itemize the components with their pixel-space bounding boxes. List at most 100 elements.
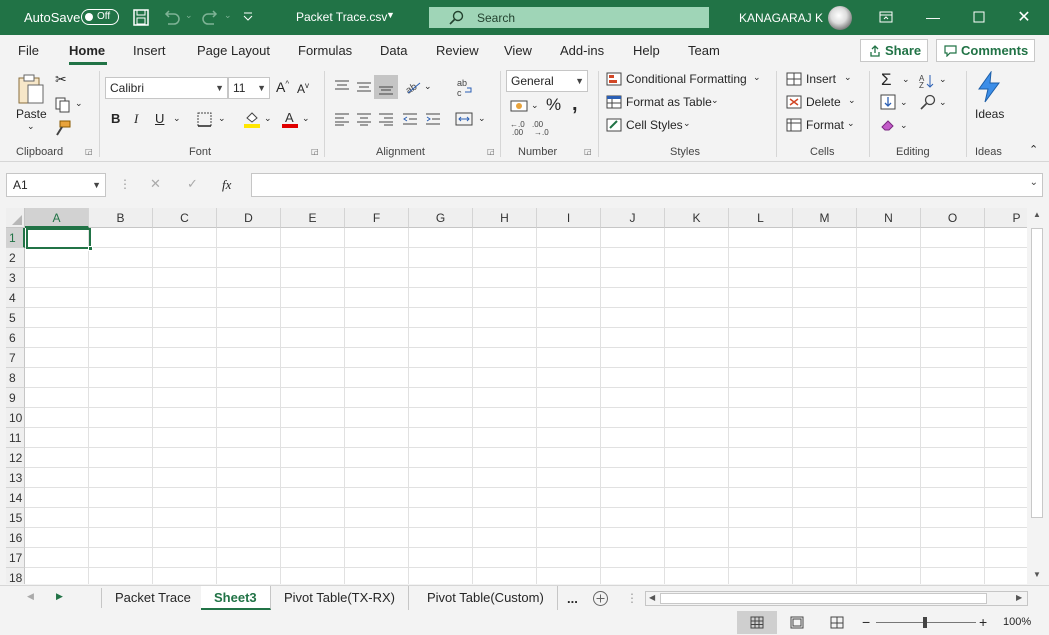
accounting-dropdown-icon[interactable]: ⌄ xyxy=(531,100,539,111)
copy-icon[interactable] xyxy=(55,97,71,113)
enter-icon[interactable]: ✓ xyxy=(187,176,198,192)
horizontal-scroll-thumb[interactable] xyxy=(660,593,987,604)
fill-icon[interactable] xyxy=(880,94,896,110)
fill-handle[interactable] xyxy=(88,246,93,251)
row-header[interactable]: 14 xyxy=(6,488,25,508)
cell-area[interactable] xyxy=(25,228,1027,584)
ideas-icon[interactable] xyxy=(976,71,1002,103)
conditional-formatting-button[interactable]: Conditional Formatting ⌄ xyxy=(606,71,766,89)
alignment-launcher-icon[interactable]: ◲ xyxy=(487,147,495,156)
font-name-select[interactable]: Calibri ▼ xyxy=(105,77,228,99)
next-sheet-icon[interactable]: ▶ xyxy=(56,591,63,602)
row-header[interactable]: 15 xyxy=(6,508,25,528)
zoom-out-button[interactable]: − xyxy=(862,614,870,630)
scroll-right-icon[interactable]: ▶ xyxy=(1016,593,1022,602)
cell-styles-button[interactable]: Cell Styles ⌄ xyxy=(606,117,696,135)
column-header[interactable]: P xyxy=(985,208,1027,228)
row-header[interactable]: 1 xyxy=(6,228,25,248)
comments-button[interactable]: Comments xyxy=(936,39,1035,62)
share-button[interactable]: Share xyxy=(860,39,928,62)
column-header[interactable]: O xyxy=(921,208,985,228)
row-header[interactable]: 12 xyxy=(6,448,25,468)
column-header[interactable]: C xyxy=(153,208,217,228)
format-cells-button[interactable]: Format ⌄ xyxy=(786,117,858,135)
align-left-icon[interactable] xyxy=(334,112,350,126)
scroll-down-icon[interactable]: ▼ xyxy=(1033,570,1041,579)
more-sheets-button[interactable]: ... xyxy=(567,591,578,606)
avatar[interactable] xyxy=(828,6,852,30)
merge-dropdown-icon[interactable]: ⌄ xyxy=(478,113,486,124)
sheet-tab-pivot-tx-rx[interactable]: Pivot Table(TX-RX) xyxy=(271,586,410,610)
autosave-toggle[interactable]: Off xyxy=(81,9,119,25)
paste-dropdown-icon[interactable]: ⌄ xyxy=(27,121,35,132)
copy-dropdown-icon[interactable]: ⌄ xyxy=(75,98,83,109)
fill-dropdown-icon[interactable]: ⌄ xyxy=(900,97,908,108)
cut-icon[interactable]: ✂ xyxy=(55,71,67,88)
column-header[interactable]: A xyxy=(25,208,89,228)
customize-toolbar-icon[interactable] xyxy=(243,12,253,22)
increase-font-icon[interactable]: A^ xyxy=(276,79,289,95)
autosum-dropdown-icon[interactable]: ⌄ xyxy=(902,74,910,85)
sort-dropdown-icon[interactable]: ⌄ xyxy=(939,74,947,85)
tab-team[interactable]: Team xyxy=(688,43,720,58)
zoom-slider-thumb[interactable] xyxy=(923,617,927,628)
row-header[interactable]: 7 xyxy=(6,348,25,368)
align-bottom-button[interactable] xyxy=(374,75,398,99)
row-header[interactable]: 16 xyxy=(6,528,25,548)
expand-formula-icon[interactable]: ⌄ xyxy=(1030,177,1038,188)
underline-dropdown-icon[interactable]: ⌄ xyxy=(173,113,181,124)
find-dropdown-icon[interactable]: ⌄ xyxy=(939,97,947,108)
orientation-icon[interactable]: ab xyxy=(404,77,422,95)
tab-page-layout[interactable]: Page Layout xyxy=(197,43,270,58)
prev-sheet-icon[interactable]: ◀ xyxy=(27,591,34,602)
row-header[interactable]: 6 xyxy=(6,328,25,348)
tab-data[interactable]: Data xyxy=(380,43,407,58)
merge-center-icon[interactable] xyxy=(455,112,473,126)
column-header[interactable]: M xyxy=(793,208,857,228)
user-name[interactable]: KANAGARAJ K xyxy=(739,11,823,25)
sheet-tab-pivot-custom[interactable]: Pivot Table(Custom) xyxy=(414,586,558,610)
tab-insert[interactable]: Insert xyxy=(133,43,166,58)
spreadsheet-grid[interactable]: ABCDEFGHIJKLMNOP 1 2 3 4 5 6 7 8 9 10 11 12 13 14 15 16… xyxy=(6,208,1027,584)
font-launcher-icon[interactable]: ◲ xyxy=(311,147,319,156)
zoom-level[interactable]: 100% xyxy=(1003,616,1031,628)
column-header[interactable]: K xyxy=(665,208,729,228)
tab-file[interactable]: File xyxy=(18,43,39,58)
align-middle-icon[interactable] xyxy=(356,79,372,93)
tab-review[interactable]: Review xyxy=(436,43,479,58)
row-header[interactable]: 9 xyxy=(6,388,25,408)
row-header[interactable]: 5 xyxy=(6,308,25,328)
row-header[interactable]: 10 xyxy=(6,408,25,428)
decrease-decimal-icon[interactable]: .00→.0 xyxy=(532,120,550,136)
row-header[interactable]: 2 xyxy=(6,248,25,268)
clear-icon[interactable] xyxy=(880,118,896,132)
tab-home[interactable]: Home xyxy=(69,43,105,58)
insert-cells-button[interactable]: Insert ⌄ xyxy=(786,71,856,89)
page-layout-view-button[interactable] xyxy=(777,611,817,634)
column-header[interactable]: G xyxy=(409,208,473,228)
clipboard-launcher-icon[interactable]: ◲ xyxy=(85,147,93,156)
decrease-indent-icon[interactable] xyxy=(402,112,418,126)
tab-view[interactable]: View xyxy=(504,43,532,58)
autosum-icon[interactable]: Σ xyxy=(881,70,892,90)
name-box[interactable]: A1 ▼ xyxy=(6,173,106,197)
paste-label[interactable]: Paste xyxy=(16,107,47,121)
redo-icon[interactable] xyxy=(201,10,219,25)
clear-dropdown-icon[interactable]: ⌄ xyxy=(900,120,908,131)
add-sheet-icon[interactable] xyxy=(592,590,609,607)
zoom-in-button[interactable]: + xyxy=(979,614,987,630)
vertical-scrollbar[interactable]: ▲ ▼ xyxy=(1029,208,1045,584)
row-header[interactable]: 18 xyxy=(6,568,25,584)
column-header[interactable]: E xyxy=(281,208,345,228)
horizontal-scrollbar[interactable]: ◀ ▶ xyxy=(645,591,1028,606)
font-color-icon[interactable]: A xyxy=(281,110,299,128)
column-header[interactable]: J xyxy=(601,208,665,228)
row-header[interactable]: 13 xyxy=(6,468,25,488)
column-header[interactable]: I xyxy=(537,208,601,228)
align-center-icon[interactable] xyxy=(356,112,372,126)
maximize-icon[interactable] xyxy=(973,11,985,23)
column-header[interactable]: F xyxy=(345,208,409,228)
decrease-font-icon[interactable]: Av xyxy=(297,81,309,96)
row-header[interactable]: 3 xyxy=(6,268,25,288)
fill-color-icon[interactable] xyxy=(243,110,261,128)
